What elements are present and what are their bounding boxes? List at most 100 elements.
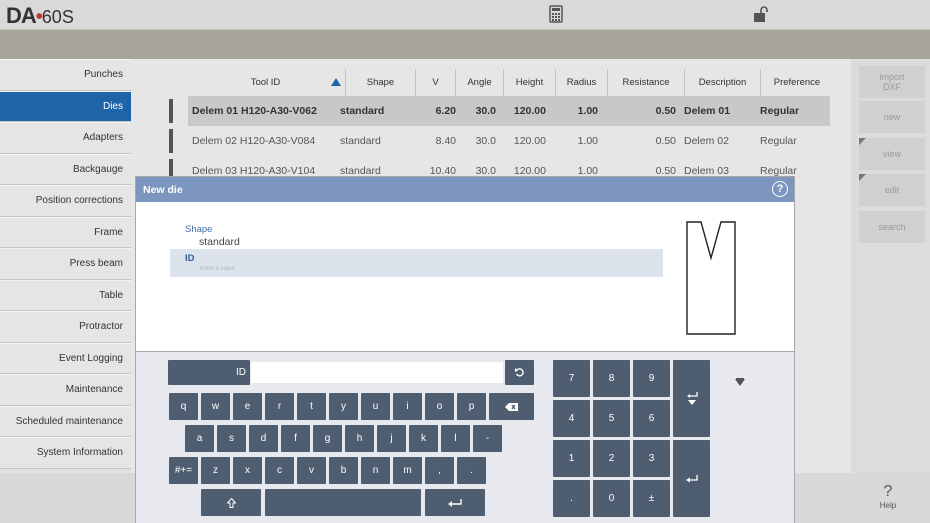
numpad-8[interactable]: 8: [593, 360, 630, 397]
key-n[interactable]: n: [361, 457, 390, 484]
table-row[interactable]: Delem 02 H120-A30-V084 standard 8.40 30.0 12…: [188, 126, 830, 156]
new-die-dialog: New die ? Shape standard ID enter a valu…: [135, 176, 795, 352]
die-profile-drawing: [686, 221, 736, 335]
numpad-3[interactable]: 3: [633, 440, 670, 477]
numpad-period[interactable]: .: [553, 480, 590, 517]
numpad-7[interactable]: 7: [553, 360, 590, 397]
new-button[interactable]: new: [859, 101, 925, 133]
key-l[interactable]: l: [441, 425, 470, 452]
help-icon: ?: [883, 483, 893, 500]
table-header: Tool ID Shape V Angle Height Radius Resi…: [186, 69, 833, 96]
col-v[interactable]: V: [416, 69, 456, 96]
hide-keyboard-icon[interactable]: [735, 379, 745, 386]
space-key[interactable]: [265, 489, 421, 516]
search-button[interactable]: search: [859, 211, 925, 243]
numpad-enter-key[interactable]: [673, 440, 710, 517]
table-cell: Regular: [760, 105, 800, 117]
col-radius[interactable]: Radius: [556, 69, 608, 96]
col-angle[interactable]: Angle: [456, 69, 504, 96]
key-j[interactable]: j: [377, 425, 406, 452]
key-c[interactable]: c: [265, 457, 294, 484]
sidebar: Punches Dies Adapters Backgauge Position cor…: [0, 59, 131, 473]
calculator-icon[interactable]: [549, 5, 567, 25]
row-marker: [169, 129, 173, 153]
sidebar-item-maintenance[interactable]: Maintenance: [0, 374, 131, 406]
sidebar-item-scheduled-maintenance[interactable]: Scheduled maintenance: [0, 405, 131, 437]
key-h[interactable]: h: [345, 425, 374, 452]
numpad-1[interactable]: 1: [553, 440, 590, 477]
key-b[interactable]: b: [329, 457, 358, 484]
sidebar-item-system-information[interactable]: System Information: [0, 437, 131, 469]
key-o[interactable]: o: [425, 393, 454, 420]
sidebar-item-table[interactable]: Table: [0, 279, 131, 311]
numpad-9[interactable]: 9: [633, 360, 670, 397]
table-cell: 6.20: [435, 105, 456, 117]
key-f[interactable]: f: [281, 425, 310, 452]
unlock-icon[interactable]: [752, 5, 770, 25]
sidebar-item-event-logging[interactable]: Event Logging: [0, 342, 131, 374]
key-v[interactable]: v: [297, 457, 326, 484]
enter-key[interactable]: [425, 489, 485, 516]
keyboard-input[interactable]: [251, 362, 503, 383]
col-resistance[interactable]: Resistance: [608, 69, 685, 96]
shift-key[interactable]: [201, 489, 261, 516]
key-a[interactable]: a: [185, 425, 214, 452]
dialog-title: New die: [143, 183, 183, 196]
key-comma[interactable]: ,: [425, 457, 454, 484]
undo-key[interactable]: [505, 360, 534, 385]
sidebar-item-adapters[interactable]: Adapters: [0, 122, 131, 154]
key-x[interactable]: x: [233, 457, 262, 484]
table-row[interactable]: Delem 01 H120-A30-V062 standard 6.20 30.0 12…: [188, 96, 830, 126]
id-field[interactable]: ID enter a value: [170, 249, 663, 277]
key-k[interactable]: k: [409, 425, 438, 452]
key-q[interactable]: q: [169, 393, 198, 420]
col-shape[interactable]: Shape: [346, 69, 416, 96]
numpad-6[interactable]: 6: [633, 400, 670, 437]
key-g[interactable]: g: [313, 425, 342, 452]
table-cell: Delem 02 H120-A30-V084: [192, 135, 316, 147]
key-p[interactable]: p: [457, 393, 486, 420]
numpad-plus-minus[interactable]: ±: [633, 480, 670, 517]
key-r[interactable]: r: [265, 393, 294, 420]
key-dash[interactable]: -: [473, 425, 502, 452]
key-z[interactable]: z: [201, 457, 230, 484]
edit-button[interactable]: edit: [859, 174, 925, 206]
col-description[interactable]: Description: [685, 69, 761, 96]
key-i[interactable]: i: [393, 393, 422, 420]
key-t[interactable]: t: [297, 393, 326, 420]
shape-value[interactable]: standard: [199, 236, 240, 248]
sidebar-item-dies[interactable]: Dies: [0, 90, 131, 122]
table-cell: 8.40: [435, 135, 456, 147]
table-cell: standard: [340, 135, 381, 147]
key-w[interactable]: w: [201, 393, 230, 420]
help-icon[interactable]: ?: [772, 181, 788, 197]
numpad-0[interactable]: 0: [593, 480, 630, 517]
onscreen-keyboard: ID q w e r t y u i o p a s d f g h j k l - #+= z x c v b n m,. 7 8 9 4 5…: [135, 352, 795, 523]
key-period[interactable]: .: [457, 457, 486, 484]
symbols-key[interactable]: #+=: [169, 457, 198, 484]
sidebar-item-press-beam[interactable]: Press beam: [0, 248, 131, 280]
numpad-2[interactable]: 2: [593, 440, 630, 477]
col-tool-id[interactable]: Tool ID: [186, 69, 346, 96]
import-dxf-button[interactable]: import DXF: [859, 66, 925, 98]
sidebar-item-protractor[interactable]: Protractor: [0, 311, 131, 343]
key-d[interactable]: d: [249, 425, 278, 452]
help-button[interactable]: ? Help: [866, 483, 910, 510]
col-height[interactable]: Height: [504, 69, 556, 96]
keyboard-field-label: ID: [168, 360, 250, 385]
col-preference[interactable]: Preference: [761, 69, 833, 96]
key-u[interactable]: u: [361, 393, 390, 420]
numpad-4[interactable]: 4: [553, 400, 590, 437]
numpad-5[interactable]: 5: [593, 400, 630, 437]
backspace-key[interactable]: [489, 393, 534, 420]
key-e[interactable]: e: [233, 393, 262, 420]
sidebar-item-position-corrections[interactable]: Position corrections: [0, 185, 131, 217]
sidebar-item-punches[interactable]: Punches: [0, 59, 131, 91]
sidebar-item-frame[interactable]: Frame: [0, 216, 131, 248]
key-m[interactable]: m: [393, 457, 422, 484]
key-y[interactable]: y: [329, 393, 358, 420]
sidebar-item-backgauge[interactable]: Backgauge: [0, 153, 131, 185]
key-s[interactable]: s: [217, 425, 246, 452]
tab-down-key[interactable]: [673, 360, 710, 437]
view-button[interactable]: view: [859, 138, 925, 170]
